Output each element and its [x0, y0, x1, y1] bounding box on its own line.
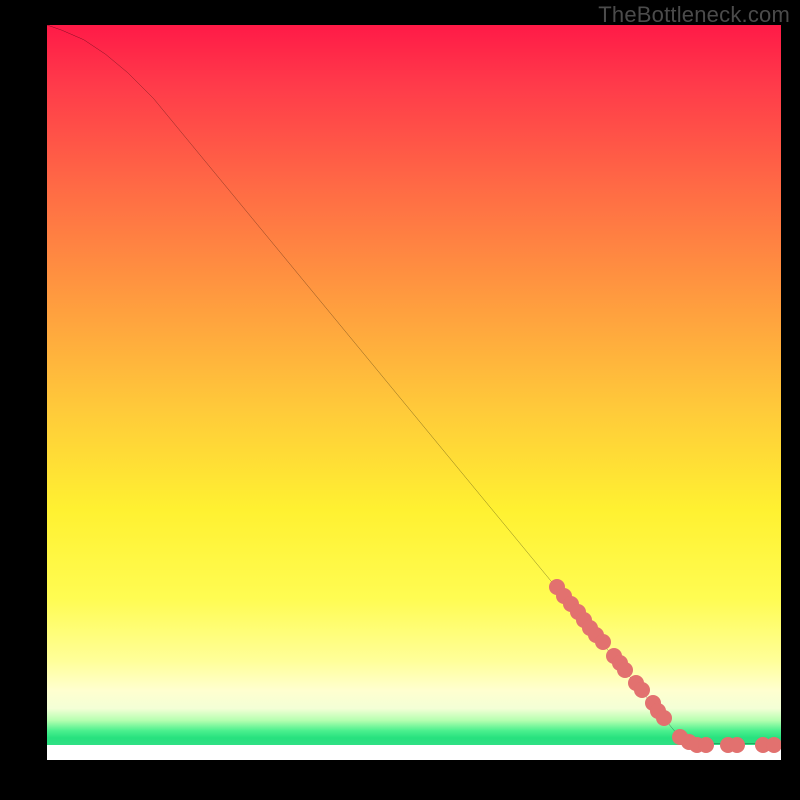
curve-path — [47, 25, 781, 744]
curve-svg — [47, 25, 781, 759]
data-marker — [698, 737, 714, 753]
chart-frame: TheBottleneck.com — [0, 0, 800, 800]
watermark-text: TheBottleneck.com — [598, 2, 790, 28]
data-marker — [729, 737, 745, 753]
data-marker — [766, 737, 781, 753]
plot-area — [47, 25, 781, 760]
data-marker — [595, 634, 611, 650]
